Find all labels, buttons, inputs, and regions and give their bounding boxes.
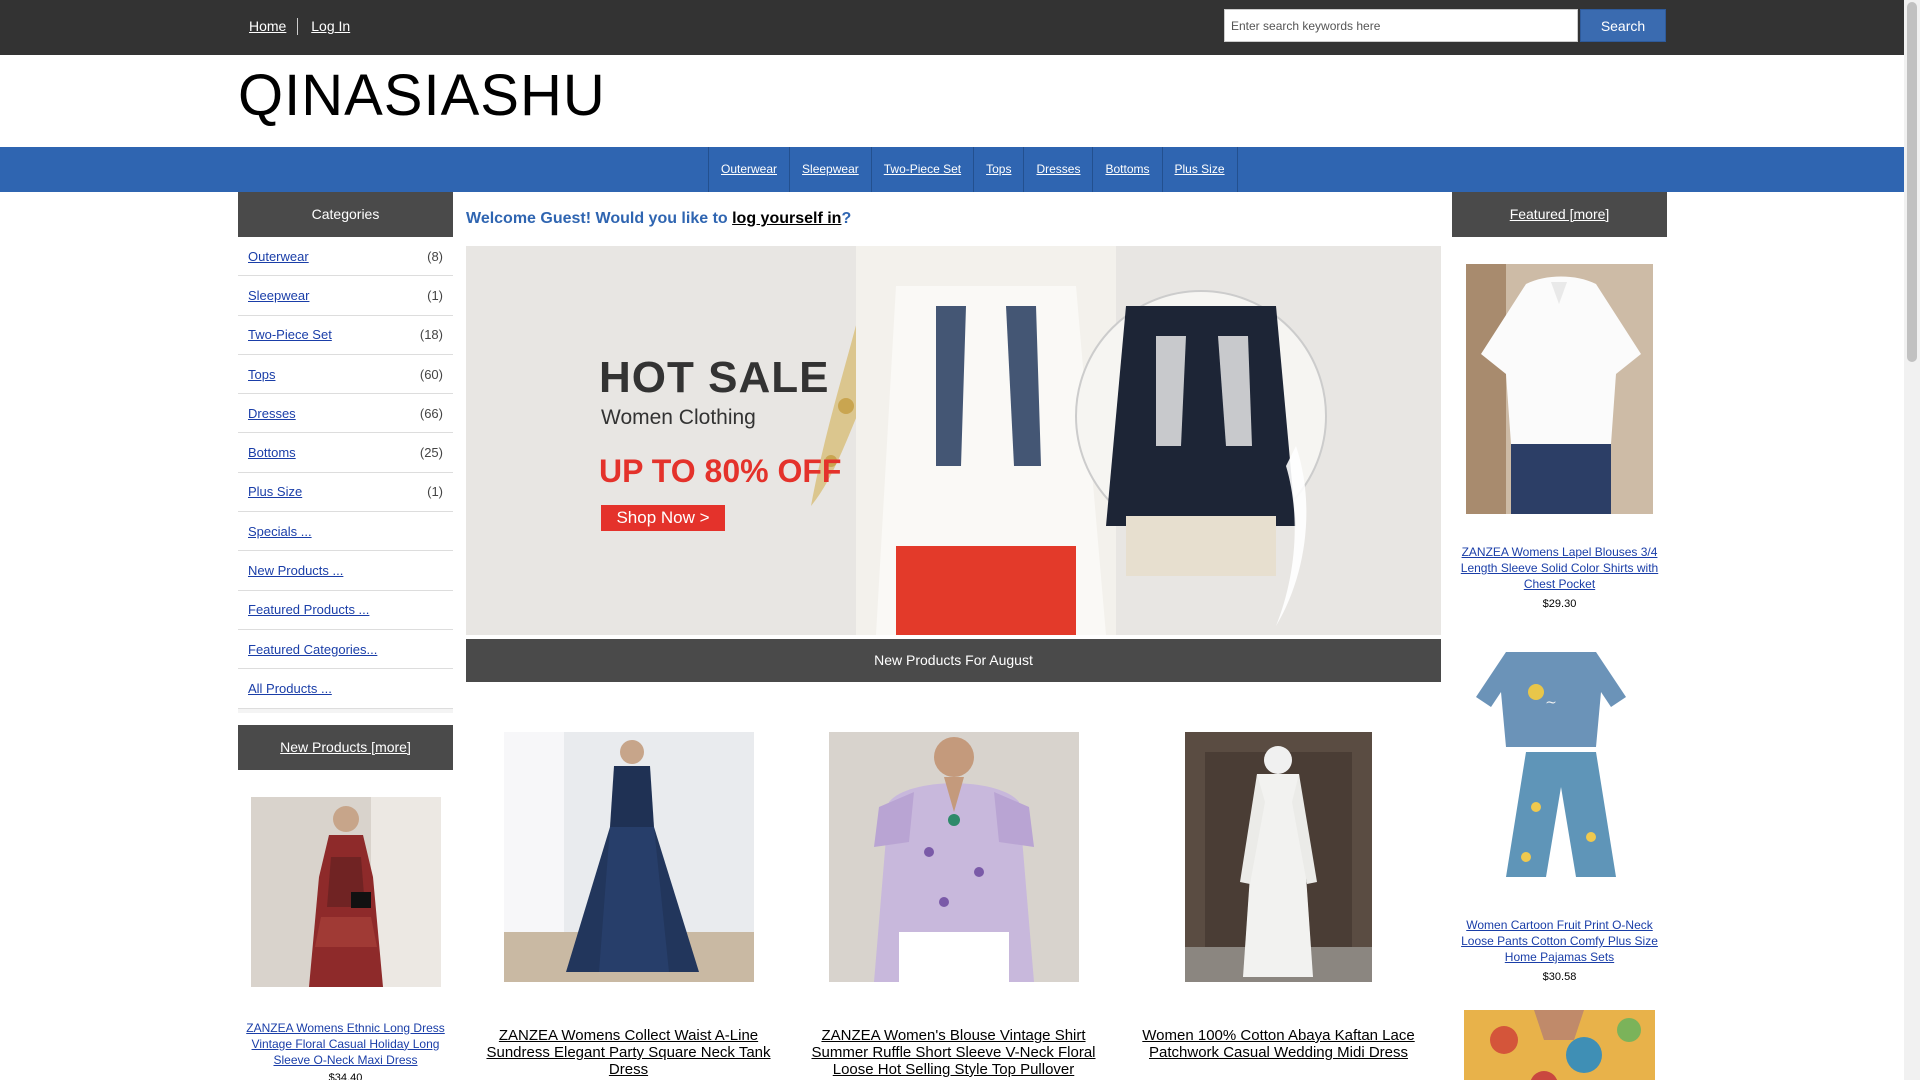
category-count: (25) <box>419 445 443 461</box>
category-item: Dresses (66) <box>238 394 453 434</box>
nav-tops[interactable]: Tops <box>974 147 1025 192</box>
all-products-link[interactable]: All Products ... <box>248 681 332 696</box>
nav-plus-size[interactable]: Plus Size <box>1163 147 1238 192</box>
category-count: (8) <box>427 248 443 264</box>
featured-categories-link[interactable]: Featured Categories... <box>248 642 377 657</box>
specials-link[interactable]: Specials ... <box>248 524 312 539</box>
welcome-text: Welcome Guest! Would you like to <box>466 210 733 227</box>
product-card: ZANZEA Womens Collect Waist A-Line Sundr… <box>466 732 791 1078</box>
login-prompt-link[interactable]: log yourself in <box>732 210 841 227</box>
category-link[interactable]: Bottoms <box>248 445 296 460</box>
categories-heading: Categories <box>238 192 453 237</box>
product-image[interactable] <box>1185 732 1372 982</box>
product-title-link[interactable]: ZANZEA Women's Blouse Vintage Shirt Summ… <box>791 1027 1116 1078</box>
category-item: Tops (60) <box>238 354 453 395</box>
sidebar-product: ZANZEA Womens Ethnic Long Dress Vintage … <box>238 770 453 1080</box>
product-title-link[interactable]: ZANZEA Womens Ethnic Long Dress Vintage … <box>246 1020 445 1068</box>
banner-headline: HOT SALE <box>599 353 830 402</box>
main-content: Welcome Guest! Would you like to log you… <box>466 192 1441 1078</box>
nav-bottoms[interactable]: Bottoms <box>1093 147 1163 192</box>
page: Home Log In Search QINASIASHU Outerwear … <box>0 0 1904 1080</box>
category-item: Two-Piece Set (18) <box>238 315 453 355</box>
vertical-scrollbar[interactable] <box>1904 0 1920 1080</box>
product-title-link[interactable]: Women 100% Cotton Abaya Kaftan Lace Patc… <box>1116 1027 1441 1061</box>
banner-artwork <box>466 246 1441 635</box>
category-link[interactable]: Plus Size <box>248 484 302 499</box>
category-item: Plus Size (1) <box>238 472 453 513</box>
nav-two-piece-set[interactable]: Two-Piece Set <box>872 147 975 192</box>
product-image[interactable] <box>1466 264 1653 514</box>
site-logo[interactable]: QINASIASHU <box>238 62 606 129</box>
product-card: ZANZEA Women's Blouse Vintage Shirt Summ… <box>791 732 1116 1078</box>
category-item: Featured Categories... <box>238 629 453 670</box>
category-item: Bottoms (25) <box>238 433 453 473</box>
product-price: $30.58 <box>1542 971 1577 983</box>
product-image[interactable]: ~ <box>1466 637 1653 887</box>
welcome-suffix: ? <box>841 210 852 227</box>
scrollbar-thumb[interactable] <box>1907 2 1917 362</box>
product-grid: ZANZEA Womens Collect Waist A-Line Sundr… <box>466 732 1441 1078</box>
product-price: $29.30 <box>1542 598 1577 610</box>
product-card: Women 100% Cotton Abaya Kaftan Lace Patc… <box>1116 732 1441 1078</box>
category-link[interactable]: Dresses <box>248 406 296 421</box>
product-title-link[interactable]: ZANZEA Womens Collect Waist A-Line Sundr… <box>466 1027 791 1078</box>
category-item: Sleepwear (1) <box>238 276 453 316</box>
category-count: (18) <box>419 327 443 343</box>
product-image[interactable] <box>250 796 441 987</box>
nav-outerwear[interactable]: Outerwear <box>709 147 791 192</box>
new-products-heading: New Products [more] <box>238 724 453 770</box>
new-products-link[interactable]: New Products ... <box>248 563 343 578</box>
home-link[interactable]: Home <box>240 18 299 35</box>
category-item: Featured Products ... <box>238 590 453 630</box>
product-image[interactable] <box>1464 1010 1655 1080</box>
login-link[interactable]: Log In <box>302 18 361 35</box>
nav-sleepwear[interactable]: Sleepwear <box>790 147 872 192</box>
new-products-for-month-heading: New Products For August <box>466 639 1441 682</box>
featured-more-link[interactable]: Featured [more] <box>1510 206 1610 222</box>
category-link[interactable]: Outerwear <box>248 249 309 264</box>
category-nav-bar: Outerwear Sleepwear Two-Piece Set Tops D… <box>0 147 1904 192</box>
category-count: (66) <box>419 405 443 421</box>
top-bar: Home Log In Search <box>0 0 1904 55</box>
category-link[interactable]: Tops <box>248 367 275 382</box>
search-input[interactable] <box>1224 9 1578 42</box>
left-sidebar: Categories Outerwear (8) Sleepwear (1) Two… <box>238 192 453 1080</box>
product-title-link[interactable]: Women Cartoon Fruit Print O-Neck Loose P… <box>1460 917 1659 965</box>
hot-sale-banner[interactable]: HOT SALE Women Clothing UP TO 80% OFF Sh… <box>466 246 1441 635</box>
featured-products-link[interactable]: Featured Products ... <box>248 602 369 617</box>
category-link[interactable]: Two-Piece Set <box>248 327 332 342</box>
product-image[interactable] <box>828 732 1079 982</box>
new-products-more-link[interactable]: New Products [more] <box>280 739 411 755</box>
product-image[interactable] <box>503 732 754 982</box>
category-count: (1) <box>427 484 443 500</box>
nav-dresses[interactable]: Dresses <box>1024 147 1094 192</box>
category-item: Outerwear (8) <box>238 237 453 277</box>
top-links: Home Log In <box>240 18 361 35</box>
banner-offer: UP TO 80% OFF <box>599 453 842 489</box>
featured-product <box>1452 983 1667 1080</box>
featured-heading: Featured [more] <box>1452 192 1667 237</box>
category-count: (1) <box>427 287 443 303</box>
category-list: Outerwear (8) Sleepwear (1) Two-Piece Set (… <box>238 237 453 709</box>
category-item: New Products ... <box>238 551 453 591</box>
featured-product: ~ Women Cartoon Fruit Print O-Neck Loose… <box>1452 610 1667 983</box>
category-item: Specials ... <box>238 512 453 552</box>
shop-now-button[interactable]: Shop Now > <box>601 505 725 531</box>
product-price: $34.40 <box>328 1071 363 1080</box>
right-sidebar: Featured [more] ZANZEA Womens Lapel Blou… <box>1452 192 1667 1080</box>
product-title-link[interactable]: ZANZEA Womens Lapel Blouses 3/4 Length S… <box>1460 544 1659 592</box>
banner-subtitle: Women Clothing <box>601 406 756 429</box>
welcome-message: Welcome Guest! Would you like to log you… <box>466 210 1441 228</box>
category-item: All Products ... <box>238 669 453 709</box>
search-button[interactable]: Search <box>1580 9 1666 42</box>
category-count: (60) <box>419 366 443 382</box>
category-link[interactable]: Sleepwear <box>248 288 309 303</box>
featured-product: ZANZEA Womens Lapel Blouses 3/4 Length S… <box>1452 237 1667 610</box>
svg-text:~: ~ <box>1545 695 1557 711</box>
